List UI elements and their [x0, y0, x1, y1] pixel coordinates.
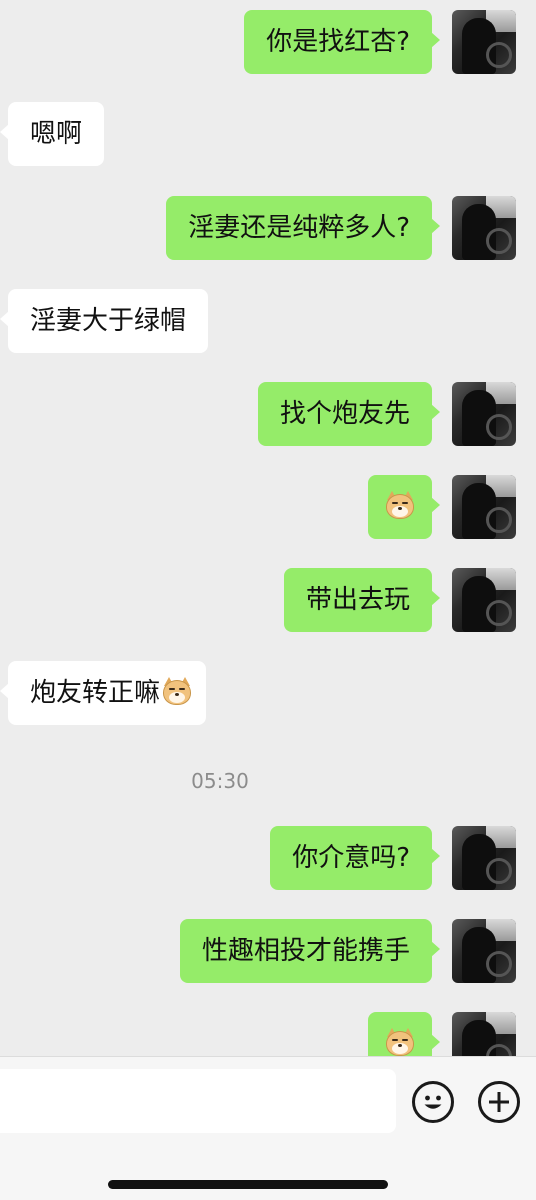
home-indicator	[108, 1180, 388, 1189]
message-text: 性趣相投才能携手	[201, 936, 410, 966]
message-bubble[interactable]: 淫妻还是纯粹多人?	[166, 196, 440, 260]
message-text: 你是找红杏?	[266, 27, 410, 57]
message-bubble[interactable]: 你是找红杏?	[244, 10, 440, 74]
avatar[interactable]	[452, 475, 516, 539]
message-bubble[interactable]	[368, 1012, 440, 1057]
message-input[interactable]	[0, 1069, 396, 1133]
doge-emoji-icon	[385, 490, 415, 521]
more-button[interactable]	[478, 1081, 520, 1123]
message-bubble[interactable]	[368, 475, 440, 539]
message-bubble[interactable]: 淫妻大于绿帽	[0, 289, 209, 353]
avatar[interactable]	[452, 1012, 516, 1056]
doge-emoji-icon	[385, 1027, 415, 1057]
message-bubble[interactable]: 你介意吗?	[270, 826, 440, 890]
message-bubble[interactable]: 找个炮友先	[257, 382, 441, 446]
message-text: 淫妻还是纯粹多人?	[188, 213, 410, 243]
avatar[interactable]	[452, 10, 516, 74]
message-text: 淫妻大于绿帽	[30, 306, 187, 336]
message-text: 炮友转正嘛	[30, 678, 161, 708]
avatar[interactable]	[452, 568, 516, 632]
chat-area[interactable]: 你是找红杏? 嗯啊 淫妻还是纯粹多人? 淫妻大于绿帽 找个炮友先 带出去玩 炮友…	[0, 0, 536, 1056]
avatar[interactable]	[452, 196, 516, 260]
message-bubble[interactable]: 嗯啊	[0, 102, 105, 166]
doge-emoji-icon	[162, 676, 192, 707]
message-text: 带出去玩	[305, 585, 410, 615]
message-text: 你介意吗?	[292, 843, 410, 873]
plus-circle-icon	[489, 1092, 509, 1112]
timestamp: 05:30	[191, 769, 249, 793]
avatar[interactable]	[452, 919, 516, 983]
avatar[interactable]	[452, 382, 516, 446]
avatar[interactable]	[452, 826, 516, 890]
smiley-face-icon	[424, 1095, 442, 1109]
message-bubble[interactable]: 带出去玩	[283, 568, 441, 632]
message-text: 嗯啊	[30, 119, 83, 149]
message-bubble[interactable]: 炮友转正嘛	[0, 661, 207, 725]
message-bubble[interactable]: 性趣相投才能携手	[179, 919, 441, 983]
input-bar	[0, 1056, 536, 1200]
emoji-button[interactable]	[412, 1081, 454, 1123]
message-text: 找个炮友先	[279, 399, 410, 429]
